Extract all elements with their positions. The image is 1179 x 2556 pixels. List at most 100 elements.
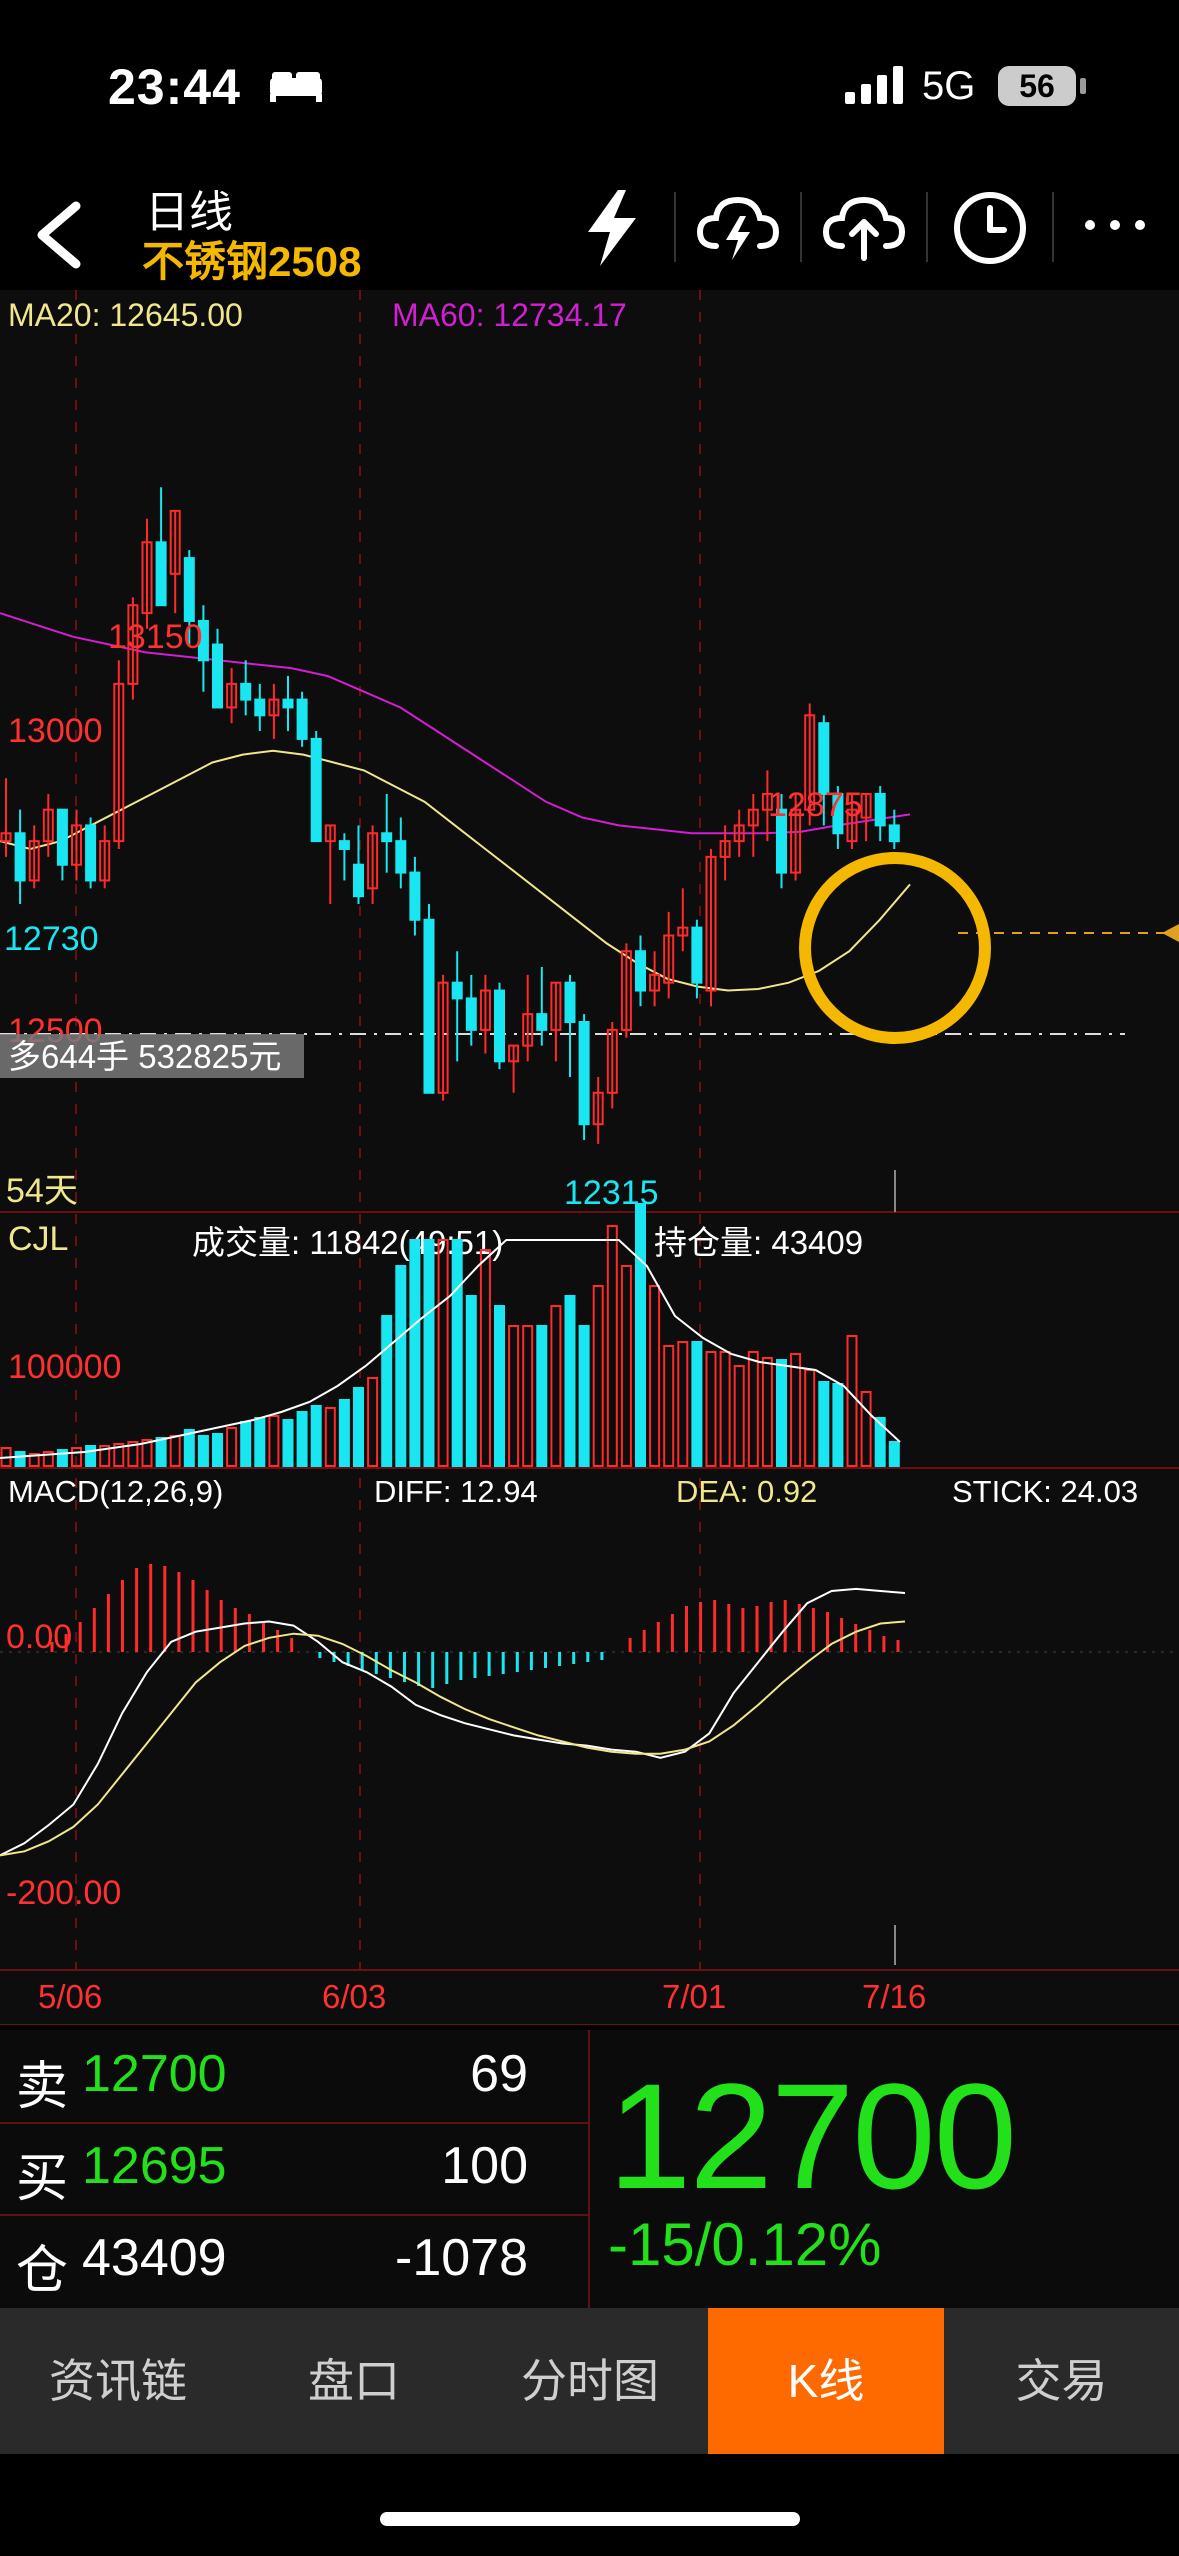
candle-body (296, 698, 308, 740)
open-interest-line (0, 1239, 901, 1459)
volume-bar (776, 1359, 787, 1467)
volume-bar (254, 1417, 266, 1467)
macd-stick-label: STICK: 24.03 (952, 1474, 1138, 1509)
contract-symbol[interactable]: 不锈钢2508 (142, 228, 361, 289)
volume-bar (761, 1357, 773, 1467)
price-level-13000: 13000 (8, 712, 103, 750)
volume-bar (437, 1239, 449, 1467)
tab-order-book[interactable]: 盘口 (236, 2308, 472, 2454)
oi-label: 仓 (16, 2242, 69, 2300)
tab-trade[interactable]: 交易 (944, 2308, 1179, 2454)
volume-bar (550, 1305, 562, 1467)
position-tag: 多644手 532825元 (8, 1038, 281, 1075)
header-divider (674, 192, 676, 262)
clock-icon[interactable] (950, 188, 1030, 268)
volume-bar (522, 1325, 534, 1467)
header-divider (926, 192, 928, 262)
ma60-label: MA60: 12734.17 (392, 297, 627, 333)
volume-bar (169, 1435, 181, 1467)
candle-body (338, 840, 350, 850)
price-change: -15/0.12% (608, 2211, 882, 2278)
candle-body (85, 824, 97, 882)
volume-bar (691, 1341, 703, 1467)
tab-intraday[interactable]: 分时图 (472, 2308, 708, 2454)
candle-body (183, 557, 195, 622)
buy-label: 买 (16, 2150, 69, 2208)
volume-title: CJL (8, 1220, 68, 1258)
sleep-focus-icon (270, 72, 322, 102)
candle-body (423, 918, 435, 1094)
volume-bar (409, 1239, 421, 1467)
date-label-2: 6/03 (322, 1978, 386, 2015)
date-grid (75, 290, 701, 1970)
volume-bar (367, 1377, 379, 1467)
last-price: 12700 (608, 2052, 1017, 2220)
candle-body (240, 682, 252, 701)
status-time: 23:44 (108, 59, 241, 115)
kline-chart-area[interactable]: MA20: 12645.00 MA60: 12734.17 13150 1300… (0, 290, 1179, 2025)
header-divider (1052, 192, 1054, 262)
date-label-4: 7/16 (862, 1978, 926, 2015)
battery-cap (1080, 78, 1086, 94)
open-interest-label: 持仓量: 43409 (654, 1224, 863, 1261)
volume-bar (395, 1265, 407, 1467)
volume-bar (620, 1265, 632, 1467)
volume-bar (592, 1285, 604, 1467)
back-arrow-icon[interactable] (28, 200, 88, 270)
cloud-upload-icon[interactable] (822, 188, 906, 268)
candle-body (353, 863, 364, 898)
cloud-lightning-icon[interactable] (696, 188, 780, 268)
volume-bar (719, 1351, 731, 1467)
candle-body (395, 840, 407, 874)
open-interest-row: 仓 43409 -1078 (0, 2214, 588, 2306)
volume-bar (353, 1387, 364, 1467)
candle-body (310, 737, 322, 843)
candle-body (381, 832, 393, 843)
last-price-marker (1162, 924, 1179, 942)
flash-icon[interactable] (580, 188, 644, 268)
more-icon[interactable] (1080, 210, 1150, 240)
macd-diff-label: DIFF: 12.94 (374, 1474, 538, 1509)
volume-bar (240, 1421, 252, 1467)
volume-bar (818, 1381, 830, 1467)
days-label: 54天 (6, 1172, 78, 1210)
candle-body (451, 981, 463, 1000)
quote-divider (588, 2030, 590, 2308)
buy-row[interactable]: 买 12695 100 (0, 2122, 588, 2216)
macd-title: MACD(12,26,9) (8, 1474, 223, 1509)
oi-change: -1078 (395, 2229, 528, 2287)
volume-bar (649, 1285, 661, 1467)
candle-body (282, 698, 294, 709)
volume-bar (606, 1225, 618, 1467)
nav-header: 日线 不锈钢2508 (0, 170, 1179, 290)
open-interest-polyline (0, 1239, 901, 1459)
macd-low-label: -200.00 (6, 1874, 121, 1912)
volume-bar (282, 1419, 294, 1467)
volume-bar (465, 1295, 477, 1467)
volume-bar (85, 1445, 97, 1467)
home-indicator-area (0, 2454, 1179, 2556)
volume-bar (296, 1411, 308, 1467)
sell-row[interactable]: 卖 12700 69 (0, 2030, 588, 2124)
volume-bar (381, 1315, 393, 1467)
volume-bar (635, 1203, 646, 1467)
home-indicator[interactable] (380, 2512, 800, 2526)
volume-bar (338, 1399, 350, 1467)
tab-kline[interactable]: K线 (708, 2308, 944, 2454)
candle-body (465, 997, 477, 1031)
buy-price: 12695 (82, 2137, 227, 2195)
volume-bar (677, 1341, 689, 1467)
volume-bar (183, 1429, 195, 1467)
volume-bar (479, 1249, 491, 1467)
tab-news-chain[interactable]: 资讯链 (0, 2308, 236, 2454)
buy-qty: 100 (441, 2137, 528, 2195)
volume-bar (508, 1325, 520, 1467)
volume-bar (874, 1417, 886, 1467)
date-label-1: 5/06 (38, 1978, 102, 2015)
peak-price-label: 12875 (768, 786, 863, 824)
volume-bar (226, 1427, 238, 1467)
volume-bar (423, 1239, 435, 1467)
ma20-label: MA20: 12645.00 (8, 297, 243, 333)
candle-body (212, 643, 223, 709)
volume-bar (155, 1437, 167, 1467)
